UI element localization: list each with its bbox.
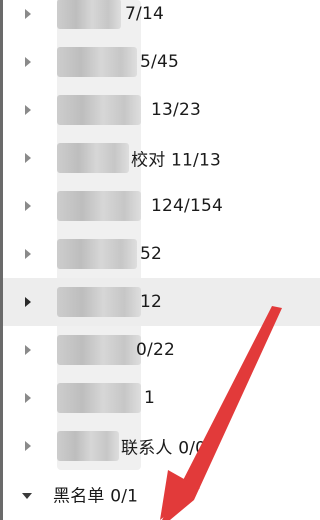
caret-right-icon[interactable] bbox=[25, 249, 31, 259]
caret-right-icon[interactable] bbox=[25, 393, 31, 403]
blurred-name bbox=[57, 0, 121, 29]
group-list: 7/14 5/45 13/23 校对 11/13 124/154 52 12 0… bbox=[3, 0, 320, 520]
group-row-4[interactable]: 校对 11/13 bbox=[3, 134, 320, 182]
group-row-9[interactable]: 1 bbox=[3, 374, 320, 422]
caret-right-icon[interactable] bbox=[25, 345, 31, 355]
blurred-name bbox=[57, 95, 141, 125]
group-label: 7/14 bbox=[125, 4, 164, 24]
group-row-6[interactable]: 52 bbox=[3, 230, 320, 278]
caret-down-icon[interactable] bbox=[22, 493, 32, 499]
group-label: 124/154 bbox=[151, 196, 224, 216]
group-label: 5/45 bbox=[140, 52, 179, 72]
group-label: 0/22 bbox=[136, 340, 175, 360]
blurred-name bbox=[57, 47, 137, 77]
caret-right-icon[interactable] bbox=[25, 57, 31, 67]
blurred-name bbox=[57, 287, 141, 317]
blurred-name bbox=[57, 383, 141, 413]
group-label: 联系人 0/0 bbox=[121, 438, 207, 459]
caret-right-icon[interactable] bbox=[25, 297, 31, 307]
group-row-2[interactable]: 5/45 bbox=[3, 38, 320, 86]
caret-right-icon[interactable] bbox=[25, 441, 31, 451]
group-row-3[interactable]: 13/23 bbox=[3, 86, 320, 134]
group-label: 52 bbox=[140, 244, 163, 264]
group-row-5[interactable]: 124/154 bbox=[3, 182, 320, 230]
caret-right-icon[interactable] bbox=[25, 201, 31, 211]
group-label: 13/23 bbox=[151, 100, 201, 120]
group-label: 12 bbox=[140, 292, 163, 312]
group-row-blacklist[interactable]: 黑名单 0/1 bbox=[3, 470, 320, 518]
contact-group-panel: 7/14 5/45 13/23 校对 11/13 124/154 52 12 0… bbox=[0, 0, 320, 520]
blurred-name bbox=[57, 335, 141, 365]
blurred-name bbox=[57, 191, 141, 221]
group-row-10[interactable]: 联系人 0/0 bbox=[3, 422, 320, 470]
group-row-7[interactable]: 12 bbox=[3, 278, 320, 326]
blurred-name bbox=[57, 239, 137, 269]
caret-right-icon[interactable] bbox=[25, 9, 31, 19]
caret-right-icon[interactable] bbox=[25, 105, 31, 115]
blurred-name bbox=[57, 143, 129, 173]
blurred-name bbox=[57, 431, 119, 461]
group-label: 黑名单 0/1 bbox=[53, 486, 139, 507]
group-row-8[interactable]: 0/22 bbox=[3, 326, 320, 374]
group-row-1[interactable]: 7/14 bbox=[3, 0, 320, 38]
group-label: 1 bbox=[144, 388, 156, 408]
group-label: 校对 11/13 bbox=[131, 150, 221, 171]
caret-right-icon[interactable] bbox=[25, 153, 31, 163]
